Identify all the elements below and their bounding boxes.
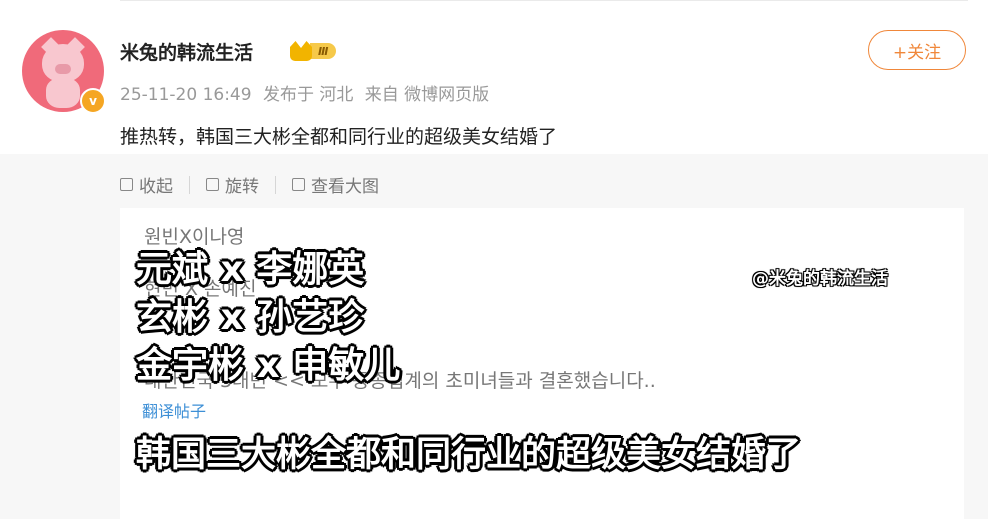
collapse-icon [120,178,133,191]
overlay-caption: 玄彬 x 孙艺珍 [136,297,365,338]
pig-face-icon [42,44,84,82]
watermark: @米兔的韩流生活 [752,269,888,289]
overlay-caption: 金宇彬 x 申敏儿 [136,345,401,386]
view-large-button[interactable]: 查看大图 [292,172,379,197]
post-image[interactable]: 원빈X이나영 현빈 X 손예진 대한민국 3대빈 << 모두 동종업계의 초미녀… [120,208,964,519]
follow-button[interactable]: +关注 [868,30,966,70]
collapse-button[interactable]: 收起 [120,172,173,197]
media-toolbar: 收起 旋转 查看大图 [120,172,379,197]
location: 发布于 河北 [262,85,354,105]
crown-icon [290,41,312,61]
toolbar-divider [189,175,190,194]
image-headline: 韩国三大彬全都和同行业的超级美女结婚了 [136,435,802,475]
source: 来自 微博网页版 [364,85,490,105]
username[interactable]: 米兔的韩流生活 [120,38,253,65]
pig-body-icon [46,78,80,108]
timestamp[interactable]: 25-11-20 16:49 [120,85,252,105]
rotate-icon [206,178,219,191]
level-badge[interactable]: Ⅲ [290,40,348,62]
rotate-button[interactable]: 旋转 [206,172,259,197]
view-large-label: 查看大图 [311,177,379,197]
post-meta: 25-11-20 16:49 发布于 河北 来自 微博网页版 [120,80,495,105]
overlay-caption: 元斌 x 李娜英 [136,249,365,290]
translate-post-link: 翻译帖子 [142,402,207,421]
rotate-label: 旋转 [225,177,259,197]
pig-snout-icon [55,64,71,74]
level-badge-label: Ⅲ [310,43,337,59]
image-icon [292,178,305,191]
top-divider [120,0,968,1]
toolbar-divider [275,175,276,194]
verified-badge-icon: v [80,88,106,114]
post-text: 推热转，韩国三大彬全都和同行业的超级美女结婚了 [120,126,558,148]
collapse-label: 收起 [139,177,173,197]
